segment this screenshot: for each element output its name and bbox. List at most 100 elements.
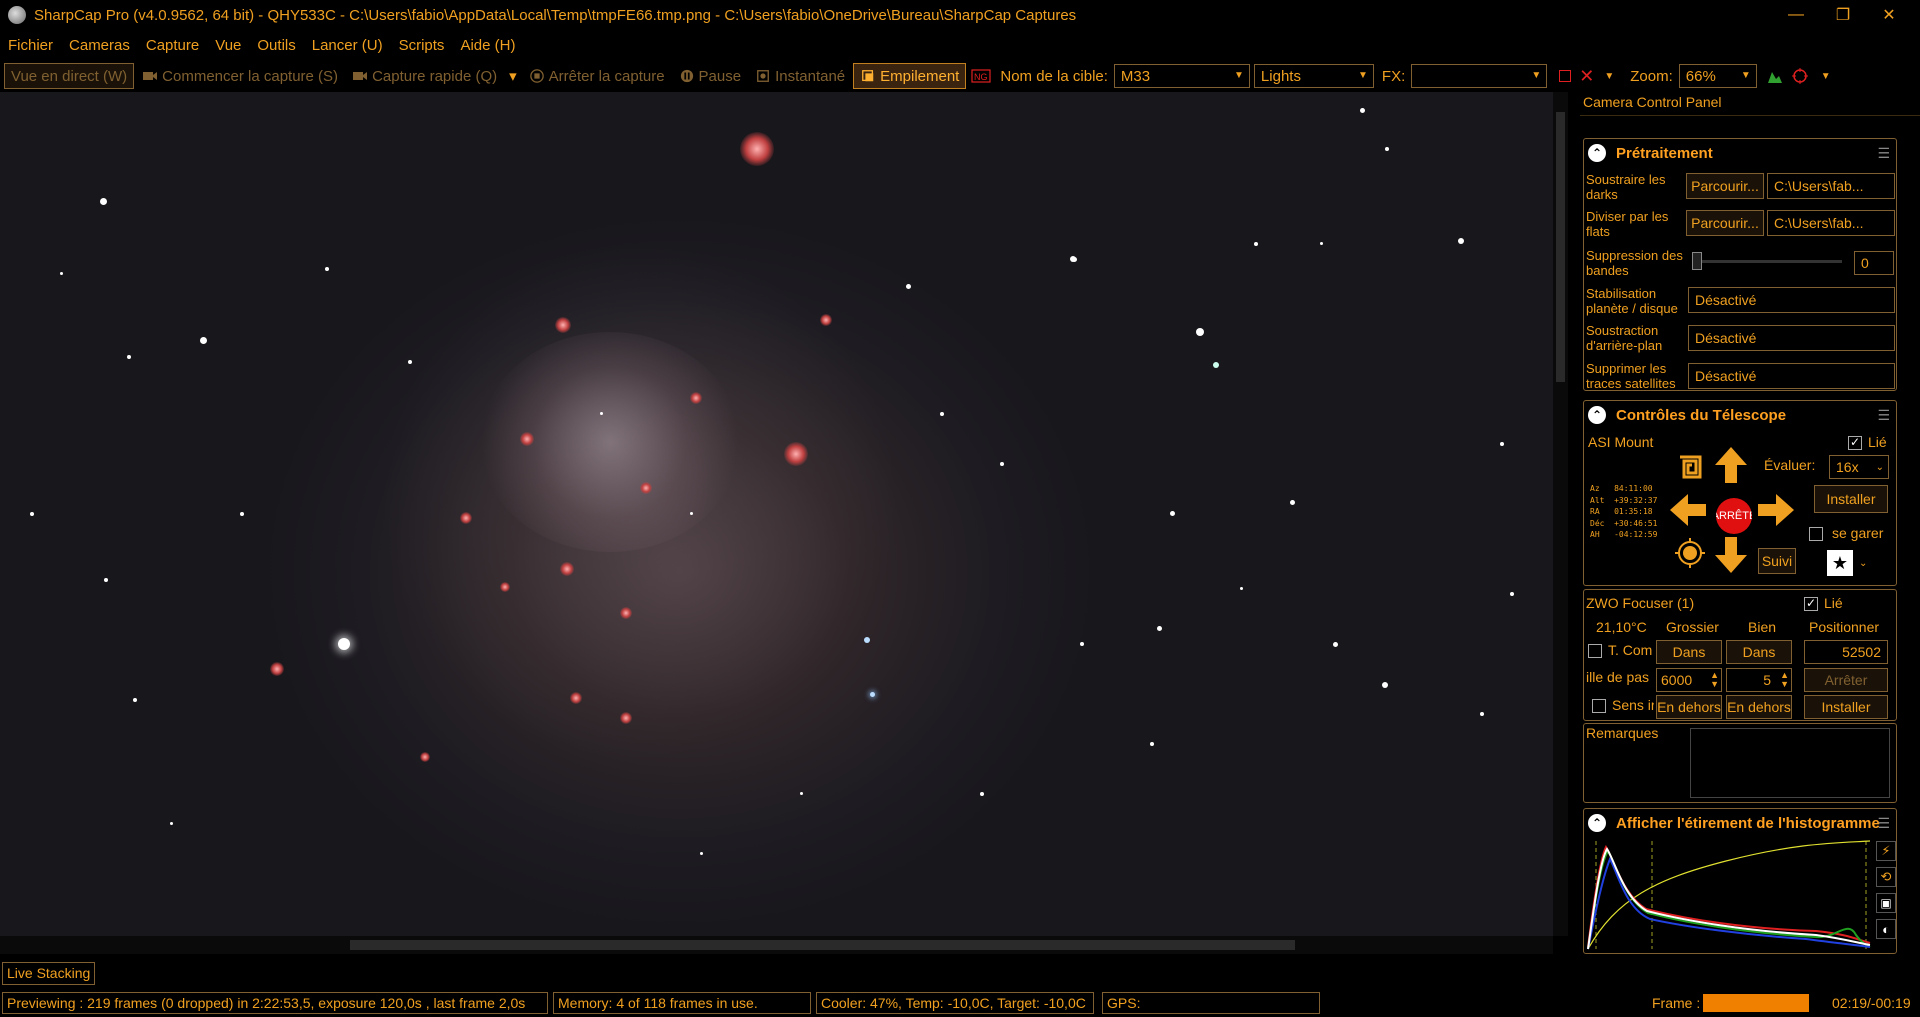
zoom-select[interactable]: 66% ▼ <box>1678 64 1757 88</box>
fine-in-button[interactable]: Dans <box>1726 640 1792 664</box>
stop-capture-button[interactable]: Arrêter la capture <box>523 63 671 89</box>
notes-textarea[interactable] <box>1690 728 1890 798</box>
collapse-icon[interactable]: ⌃ <box>1588 144 1606 162</box>
hamburger-icon[interactable]: ☰ <box>1877 815 1890 832</box>
scrollbar-thumb[interactable] <box>1556 112 1565 382</box>
snapshot-button[interactable]: Instantané <box>749 63 851 89</box>
coarse-in-button[interactable]: Dans <box>1656 640 1722 664</box>
star-menu-button[interactable]: ★ ⌄ <box>1827 549 1881 577</box>
ng-icon[interactable]: NG <box>968 63 994 89</box>
move-west-button[interactable] <box>1668 490 1708 530</box>
minimize-button[interactable]: — <box>1773 0 1819 30</box>
chevron-down-icon: ▼ <box>1531 70 1542 81</box>
banding-value-field[interactable]: 0 <box>1854 251 1894 275</box>
live-view-button[interactable]: Vue en direct (W) <box>4 63 135 89</box>
rate-select[interactable]: 16x ⌄ <box>1829 455 1889 479</box>
focuser-position-field[interactable]: 52502 <box>1804 640 1888 664</box>
quick-capture-button[interactable]: Capture rapide (Q) <box>346 63 503 89</box>
focuser-linked-checkbox[interactable] <box>1804 596 1818 611</box>
hamburger-icon[interactable]: ☰ <box>1877 145 1890 162</box>
image-viewer[interactable] <box>0 92 1568 936</box>
star <box>1196 328 1204 336</box>
chevron-down-icon[interactable]: ▼ <box>1604 71 1614 82</box>
move-north-button[interactable] <box>1711 445 1751 485</box>
target-name-label: Nom de la cible: <box>1000 67 1108 85</box>
collapse-icon[interactable]: ⌃ <box>1588 406 1606 424</box>
mount-install-button[interactable]: Installer <box>1814 485 1888 513</box>
live-stacking-tab[interactable]: Live Stacking <box>2 962 96 985</box>
collapse-icon[interactable]: ⌃ <box>1588 814 1606 832</box>
frame-type-select[interactable]: Lights ▼ <box>1253 64 1374 88</box>
star <box>1385 147 1389 151</box>
target-reticle-icon[interactable] <box>1791 67 1809 85</box>
fine-out-button[interactable]: En dehors <box>1726 695 1792 719</box>
darks-path-select[interactable]: C:\Users\fab... <box>1767 173 1895 199</box>
move-east-button[interactable] <box>1756 490 1796 530</box>
fine-step-stepper[interactable]: 5 ▲ ▼ <box>1726 668 1792 692</box>
crosshair-icon[interactable]: ✕ <box>1579 66 1594 87</box>
stepper-arrows-icon[interactable]: ▲ ▼ <box>1780 671 1789 689</box>
viewer-horizontal-scrollbar[interactable] <box>0 936 1553 954</box>
menu-capture[interactable]: Capture <box>138 37 207 54</box>
coarse-step-stepper[interactable]: 6000 ▲ ▼ <box>1656 668 1722 692</box>
selection-rect-icon[interactable] <box>1559 70 1572 82</box>
menu-outils[interactable]: Outils <box>249 37 303 54</box>
focuser-stop-button[interactable]: Arrêter <box>1804 668 1888 692</box>
stacking-button[interactable]: Empilement <box>853 63 967 89</box>
histogram-header[interactable]: ⌃ Afficher l'étirement de l'histogramme … <box>1584 809 1896 837</box>
hamburger-icon[interactable]: ☰ <box>1877 407 1890 424</box>
menu-scripts[interactable]: Scripts <box>391 37 453 54</box>
flats-browse-button[interactable]: Parcourir... <box>1686 210 1764 236</box>
park-home-button[interactable] <box>1670 533 1710 573</box>
notes-section: Remarques <box>1583 723 1897 803</box>
satellite-select[interactable]: Désactivé <box>1688 363 1895 389</box>
mount-stop-button[interactable]: ARRÊTE <box>1716 498 1752 534</box>
reset-icon[interactable]: ⟲ <box>1876 867 1896 887</box>
title-bar: SharpCap Pro (v4.0.9562, 64 bit) - QHY53… <box>0 0 1920 30</box>
background-select[interactable]: Désactivé <box>1688 325 1895 351</box>
lightning-icon[interactable]: ⚡ <box>1876 841 1896 861</box>
menu-fichier[interactable]: Fichier <box>0 37 61 54</box>
focuser-install-button[interactable]: Installer <box>1804 695 1888 719</box>
save-icon[interactable]: ▣ <box>1876 893 1896 913</box>
slider-thumb[interactable] <box>1692 252 1702 270</box>
preprocessing-header[interactable]: ⌃ Prétraitement ☰ <box>1584 139 1896 167</box>
reverse-label: Sens ir <box>1612 698 1654 713</box>
viewer-vertical-scrollbar[interactable] <box>1553 92 1568 936</box>
histogram-mini-icon[interactable] <box>1767 68 1783 84</box>
stop-circle-icon <box>529 69 544 83</box>
close-button[interactable]: ✕ <box>1866 0 1912 30</box>
scrollbar-thumb[interactable] <box>350 940 1295 950</box>
menu-aide[interactable]: Aide (H) <box>452 37 523 54</box>
reverse-checkbox[interactable] <box>1592 699 1606 713</box>
coarse-out-button[interactable]: En dehors <box>1656 695 1722 719</box>
menu-vue[interactable]: Vue <box>207 37 249 54</box>
mount-linked-checkbox[interactable] <box>1848 435 1862 450</box>
track-button[interactable]: Suivi <box>1758 548 1796 574</box>
fx-select[interactable]: ▼ <box>1411 64 1548 88</box>
telescope-header[interactable]: ⌃ Contrôles du Télescope ☰ <box>1584 401 1896 429</box>
star <box>325 267 329 271</box>
spiral-search-button[interactable] <box>1670 447 1710 487</box>
target-name-field[interactable]: M33 ▼ <box>1113 64 1250 88</box>
stabilization-select[interactable]: Désactivé <box>1688 287 1895 313</box>
start-capture-label: Commencer la capture (S) <box>162 67 339 85</box>
flats-path-select[interactable]: C:\Users\fab... <box>1767 210 1895 236</box>
temp-comp-checkbox[interactable] <box>1588 644 1602 658</box>
chevron-down-icon[interactable]: ▼ <box>1821 71 1831 82</box>
restore-button[interactable]: ❐ <box>1820 0 1866 30</box>
histogram-plot[interactable] <box>1586 839 1872 951</box>
quick-capture-dropdown-icon[interactable]: ▾ <box>505 63 521 89</box>
darks-browse-button[interactable]: Parcourir... <box>1686 173 1764 199</box>
menu-lancer[interactable]: Lancer (U) <box>304 37 391 54</box>
stepper-arrows-icon[interactable]: ▲ ▼ <box>1710 671 1719 689</box>
contrast-icon[interactable]: ◐ <box>1876 919 1896 939</box>
menu-cameras[interactable]: Cameras <box>61 37 138 54</box>
park-checkbox[interactable] <box>1809 527 1823 541</box>
move-south-button[interactable] <box>1711 535 1751 575</box>
pause-button[interactable]: Pause <box>673 63 748 89</box>
banding-slider[interactable] <box>1692 252 1842 270</box>
temp-comp-label: T. Com <box>1608 643 1653 658</box>
start-capture-button[interactable]: Commencer la capture (S) <box>136 63 344 89</box>
pause-label: Pause <box>698 67 742 85</box>
